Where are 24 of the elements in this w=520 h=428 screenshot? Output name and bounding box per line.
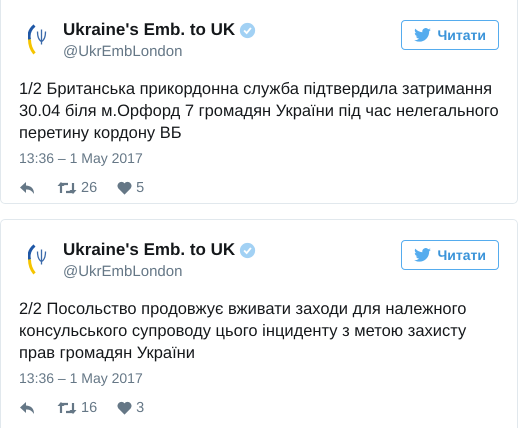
heart-icon[interactable] xyxy=(117,401,132,415)
account-handle[interactable]: @UkrEmbLondon xyxy=(63,43,402,60)
like-count: 3 xyxy=(136,400,144,416)
tweet-time[interactable]: 13:36 – 1 May 2017 xyxy=(19,150,499,166)
heart-icon[interactable] xyxy=(117,181,132,195)
like-count: 5 xyxy=(136,180,144,196)
bird-icon xyxy=(414,248,432,262)
reply-icon[interactable] xyxy=(19,181,37,195)
bird-icon xyxy=(414,28,432,42)
retweet-icon[interactable] xyxy=(57,401,77,415)
retweet-icon[interactable] xyxy=(57,181,77,195)
embassy-logo-icon xyxy=(28,24,47,55)
account-name[interactable]: Ukraine's Emb. to UK xyxy=(63,20,236,40)
retweet-count: 16 xyxy=(81,400,98,416)
account-name[interactable]: Ukraine's Emb. to UK xyxy=(63,240,236,260)
tweet-time[interactable]: 13:36 – 1 May 2017 xyxy=(19,370,499,386)
follow-button[interactable]: Читати xyxy=(401,240,499,270)
follow-button[interactable]: Читати xyxy=(401,20,499,50)
account-handle[interactable]: @UkrEmbLondon xyxy=(63,263,402,280)
embassy-logo-icon xyxy=(28,244,47,275)
tweet-text: 1/2 Британська прикордонна служба підтвердила затримання 30.04 біля м.Орфорд 7 громадян України під час нелегального перетину кордону ВБ xyxy=(19,79,499,144)
reply-icon[interactable] xyxy=(19,401,37,415)
tweet-text: 2/2 Посольство продовжує вживати заходи для належного консульського супроводу цього інциденту з метою захисту прав громадян України xyxy=(19,299,468,364)
retweet-count: 26 xyxy=(81,180,98,196)
